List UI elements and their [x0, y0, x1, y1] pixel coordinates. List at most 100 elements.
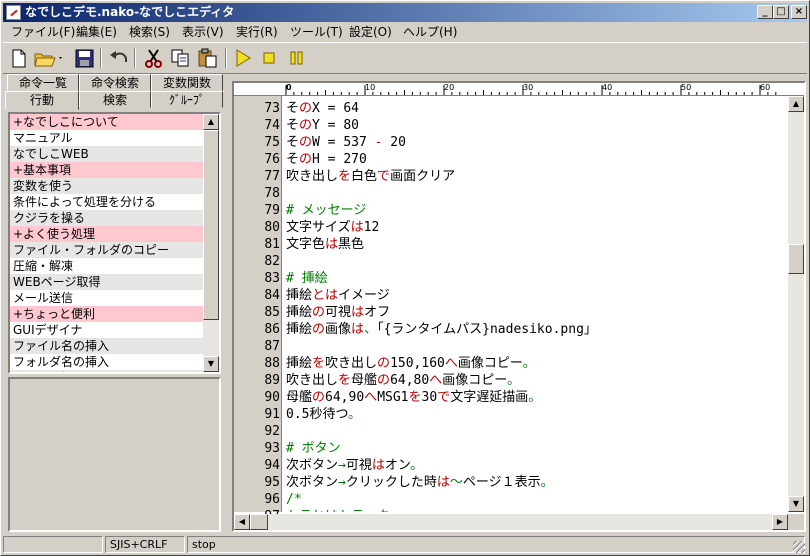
menu-file[interactable]: ファイル(F): [7, 24, 79, 40]
list-item[interactable]: なでしこWEB: [10, 146, 203, 162]
tab-group[interactable]: ｸﾞﾙｰﾌﾟ: [151, 91, 223, 108]
tab-command-list[interactable]: 命令一覧: [7, 74, 79, 91]
code-token: は: [436, 475, 450, 490]
stop-icon[interactable]: [258, 47, 281, 69]
scroll-down-button[interactable]: ▼: [203, 356, 219, 372]
line-number: 85: [264, 305, 280, 320]
menu-tools[interactable]: ツール(T): [286, 24, 347, 40]
code-text-area[interactable]: そのX = 64 そのY = 80 そのW = 537 - 20 そのH = 270 吹…: [284, 96, 788, 512]
code-token: MSG1: [377, 390, 409, 405]
list-scrollbar[interactable]: ▲ ▼: [203, 114, 219, 372]
list-item[interactable]: WEBページ取得: [10, 274, 203, 290]
code-editor[interactable]: 0 10 20 30 40 50 60 73 74 75 76 77 78 79 80 81 82…: [232, 81, 806, 532]
list-item[interactable]: メール送信: [10, 290, 203, 306]
cut-icon[interactable]: [142, 47, 165, 69]
line-number: 87: [264, 339, 280, 354]
code-token: の: [377, 356, 391, 371]
code-token: 吹き出し: [286, 373, 339, 388]
line-number: 82: [264, 254, 280, 269]
list-item[interactable]: ファイル・フォルダのコピー: [10, 242, 203, 258]
code-token: 次ボタン: [286, 475, 339, 490]
list-item[interactable]: 変数を使う: [10, 178, 203, 194]
list-item[interactable]: GUIデザイナ: [10, 322, 203, 338]
undo-icon[interactable]: [107, 47, 130, 69]
tab-search[interactable]: 検索: [79, 91, 151, 108]
code-token: の: [299, 152, 313, 167]
code-token: 0.5秒待つ: [286, 407, 348, 422]
maximize-button[interactable]: □: [773, 5, 789, 19]
menu-view[interactable]: 表示(V): [178, 24, 228, 40]
window-title: なでしこデモ.nako-なでしこエディタ: [25, 5, 235, 19]
list-item[interactable]: 条件によって処理を分ける: [10, 194, 203, 210]
minimize-button[interactable]: _: [757, 5, 773, 19]
status-bar: SJIS+CRLF stop: [3, 536, 807, 554]
code-token: 。: [410, 458, 424, 473]
ruler-label: 0: [286, 83, 292, 92]
menu-edit[interactable]: 編集(E): [72, 24, 121, 40]
list-category[interactable]: +よく使う処理: [10, 226, 203, 242]
menu-search[interactable]: 検索(S): [125, 24, 174, 40]
status-pane: [3, 536, 103, 553]
code-line: トラとはトラック: [286, 508, 390, 512]
list-item[interactable]: 圧縮・解凍: [10, 258, 203, 274]
code-token: とは: [312, 509, 338, 512]
code-token: 次ボタン: [286, 458, 339, 473]
list-item[interactable]: 色番号の挿入: [10, 370, 203, 372]
code-token: →: [338, 458, 346, 473]
run-icon[interactable]: [231, 47, 254, 69]
list-item[interactable]: フォルダ名の挿入: [10, 354, 203, 370]
scroll-up-button[interactable]: ▲: [203, 114, 219, 130]
paste-icon[interactable]: [196, 47, 219, 69]
code-token: を: [312, 356, 326, 371]
tab-actions[interactable]: 行動: [5, 91, 79, 110]
resize-grip[interactable]: [793, 541, 805, 553]
code-token: 64,90: [325, 390, 365, 405]
scroll-right-button[interactable]: ▶: [772, 514, 788, 530]
list-item[interactable]: ファイル名の挿入: [10, 338, 203, 354]
close-button[interactable]: ×: [791, 5, 807, 19]
scroll-thumb[interactable]: [250, 514, 268, 530]
code-token: 可視: [345, 458, 372, 473]
code-token: W = 537: [312, 135, 375, 150]
toolbar: [3, 42, 807, 74]
ruler-label: 20: [444, 83, 455, 92]
new-file-icon[interactable]: [7, 47, 30, 69]
copy-icon[interactable]: [169, 47, 192, 69]
title-bar[interactable]: なでしこデモ.nako-なでしこエディタ _ □ ×: [3, 3, 807, 22]
pause-icon[interactable]: [285, 47, 308, 69]
action-list[interactable]: +なでしこについて マニュアル なでしこWEB +基本事項 変数を使う 条件によって処理を…: [8, 112, 221, 374]
code-token: ～: [449, 475, 463, 490]
list-category[interactable]: +ちょっと便利: [10, 306, 203, 322]
code-token: X = 64: [312, 101, 359, 116]
scroll-thumb[interactable]: [203, 130, 219, 320]
code-token: # 挿絵: [286, 271, 328, 286]
menu-run[interactable]: 実行(R): [232, 24, 282, 40]
code-line: 挿絵の画像は、「{ランタイムパス}nadesiko.png」: [286, 321, 597, 338]
column-ruler: 0 10 20 30 40 50 60: [234, 83, 804, 96]
list-item[interactable]: マニュアル: [10, 130, 203, 146]
editor-horizontal-scrollbar[interactable]: ◀ ▶: [234, 514, 788, 530]
toolbar-separator: [225, 48, 227, 68]
code-token: 挿絵: [286, 356, 313, 371]
line-number: 78: [264, 186, 280, 201]
tab-command-search[interactable]: 命令検索: [79, 74, 151, 91]
tab-variables[interactable]: 変数関数: [151, 74, 223, 91]
code-token: オン: [384, 458, 411, 473]
editor-vertical-scrollbar[interactable]: ▲ ▼: [788, 96, 804, 512]
save-icon[interactable]: [73, 47, 96, 69]
menu-help[interactable]: ヘルプ(H): [399, 24, 461, 40]
menu-settings[interactable]: 設定(O): [345, 24, 396, 40]
code-token: は: [325, 237, 339, 252]
open-folder-icon[interactable]: [33, 47, 62, 69]
scroll-thumb[interactable]: [788, 244, 804, 274]
scroll-up-button[interactable]: ▲: [788, 96, 804, 112]
line-number: 96: [264, 492, 280, 507]
scroll-left-button[interactable]: ◀: [234, 514, 250, 530]
list-item[interactable]: クジラを操る: [10, 210, 203, 226]
app-icon[interactable]: [6, 5, 21, 20]
list-category[interactable]: +基本事項: [10, 162, 203, 178]
scroll-down-button[interactable]: ▼: [788, 496, 804, 512]
code-token: ト: [338, 509, 351, 512]
line-number: 73: [264, 101, 280, 116]
list-category[interactable]: +なでしこについて: [10, 114, 203, 130]
